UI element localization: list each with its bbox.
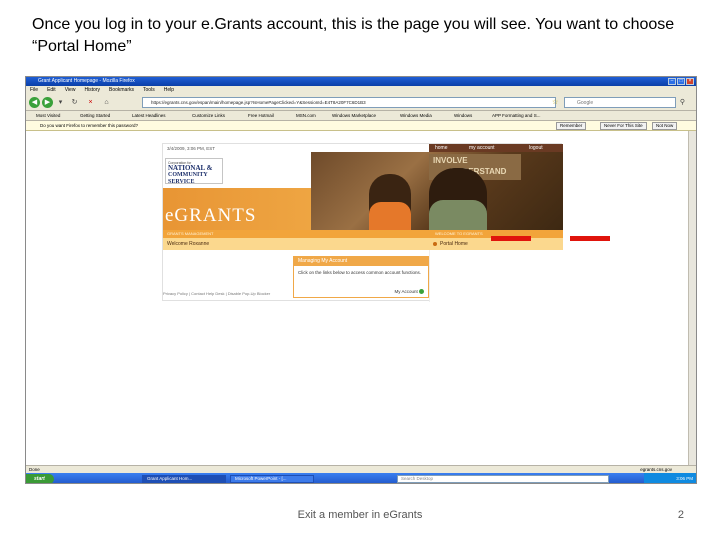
taskbar-item-browser[interactable]: Grant Applicant Hom... bbox=[142, 475, 226, 483]
never-for-this-site-button[interactable]: Never For This Site bbox=[600, 122, 647, 130]
browser-screenshot: Grant Applicant Homepage - Mozilla Firef… bbox=[25, 76, 697, 484]
bookmark-app-formatting[interactable]: APP Formatting and S... bbox=[492, 111, 540, 121]
forward-icon[interactable]: ▶ bbox=[42, 97, 53, 108]
close-icon[interactable]: × bbox=[686, 78, 694, 85]
red-pointer-arrow-2 bbox=[570, 236, 610, 241]
slide-number: 2 bbox=[677, 509, 684, 521]
logo-line-3: COMMUNITY SERVICE bbox=[168, 172, 208, 185]
url-input[interactable]: https://egrants.cns.gov/espan/main/homep… bbox=[142, 97, 556, 108]
home-icon[interactable]: ⌂ bbox=[102, 98, 111, 107]
logo-line-2: NATIONAL & bbox=[168, 164, 213, 172]
search-icon[interactable]: ⚲ bbox=[678, 98, 687, 107]
menu-bookmarks[interactable]: Bookmarks bbox=[109, 86, 134, 94]
welcome-text: Welcome Roxanne bbox=[167, 241, 210, 247]
system-tray: 3:06 PM bbox=[644, 473, 696, 483]
bookmark-most-visited[interactable]: Most Visited bbox=[36, 111, 60, 121]
portal-home-link[interactable]: Portal Home bbox=[440, 238, 468, 250]
menu-edit[interactable]: Edit bbox=[47, 86, 56, 94]
egrants-banner-title: eGRANTS bbox=[165, 205, 257, 226]
window-title: Grant Applicant Homepage - Mozilla Firef… bbox=[38, 78, 135, 84]
red-pointer-arrow-1 bbox=[491, 236, 531, 241]
egrants-homepage: 3/4/2009, 3:06 PM, EST home my account l… bbox=[162, 143, 563, 302]
menu-history[interactable]: History bbox=[84, 86, 100, 94]
dropdown-arrow-icon[interactable]: ▾ bbox=[56, 98, 65, 107]
minimize-icon[interactable]: – bbox=[668, 78, 676, 85]
menu-bar: File Edit View History Bookmarks Tools H… bbox=[26, 86, 696, 94]
bookmark-star-icon[interactable]: ☆ bbox=[552, 98, 558, 106]
bookmark-msn[interactable]: MSN.com bbox=[296, 111, 316, 121]
bookmark-getting-started[interactable]: Getting Started bbox=[80, 111, 110, 121]
password-prompt: Do you want Firefox to remember this pas… bbox=[40, 123, 139, 128]
mentor-figure bbox=[429, 168, 487, 230]
go-arrow-icon[interactable] bbox=[419, 289, 424, 294]
bookmarks-toolbar: Most Visited Getting Started Latest Head… bbox=[26, 111, 696, 121]
menu-file[interactable]: File bbox=[30, 86, 38, 94]
slide-caption: Once you log in to your e.Grants account… bbox=[32, 16, 675, 55]
managing-account-text: Click on the links below to access commo… bbox=[298, 270, 422, 275]
not-now-button[interactable]: Not Now bbox=[652, 122, 678, 130]
board-text-involve: INVOLVE bbox=[433, 156, 468, 165]
desktop-search-input[interactable]: Search Desktop bbox=[397, 475, 609, 483]
bookmark-windows-marketplace[interactable]: Windows Marketplace bbox=[332, 111, 376, 121]
navigation-toolbar: ◀ ▶ ▾ ↻ × ⌂ https://egrants.cns.gov/espa… bbox=[26, 94, 696, 111]
bookmark-latest-headlines[interactable]: Latest Headlines bbox=[132, 111, 166, 121]
maximize-icon[interactable]: □ bbox=[677, 78, 685, 85]
strip-right-text: WELCOME TO EGRANTS bbox=[435, 231, 483, 236]
my-account-link[interactable]: My Account bbox=[394, 289, 417, 294]
password-notification-bar: Do you want Firefox to remember this pas… bbox=[26, 121, 696, 131]
slide-footer: Exit a member in eGrants bbox=[297, 509, 423, 521]
remember-button[interactable]: Remember bbox=[556, 122, 587, 130]
egrants-date: 3/4/2009, 3:06 PM, EST bbox=[167, 146, 216, 151]
student-figure bbox=[369, 174, 411, 230]
my-account-link-wrap[interactable]: My Account bbox=[394, 289, 424, 294]
start-button[interactable]: start bbox=[26, 474, 54, 483]
window-titlebar: Grant Applicant Homepage - Mozilla Firef… bbox=[26, 77, 696, 86]
managing-account-panel: Managing My Account Click on the links b… bbox=[293, 256, 429, 298]
banner-photo: INVOLVE UNDERSTAND bbox=[311, 152, 563, 230]
back-icon[interactable]: ◀ bbox=[29, 97, 40, 108]
vertical-scrollbar[interactable] bbox=[688, 131, 696, 465]
egrants-right-column bbox=[429, 250, 563, 302]
reload-icon[interactable]: ↻ bbox=[70, 98, 79, 107]
stop-icon[interactable]: × bbox=[86, 98, 95, 107]
browser-viewport: 3/4/2009, 3:06 PM, EST home my account l… bbox=[26, 131, 688, 465]
bookmark-windows-media[interactable]: Windows Media bbox=[400, 111, 432, 121]
managing-account-title: Managing My Account bbox=[294, 257, 428, 266]
menu-tools[interactable]: Tools bbox=[143, 86, 155, 94]
cncs-logo: Corporation for NATIONAL & COMMUNITY SER… bbox=[165, 158, 223, 185]
taskbar-item-powerpoint[interactable]: Microsoft PowerPoint - [... bbox=[230, 475, 314, 483]
clock: 3:06 PM bbox=[676, 476, 693, 481]
egrants-footer-links[interactable]: Privacy Policy | Contact Help Desk | Dis… bbox=[163, 291, 270, 296]
bookmark-free-hotmail[interactable]: Free Hotmail bbox=[248, 111, 274, 121]
bookmark-windows[interactable]: Windows bbox=[454, 111, 472, 121]
windows-taskbar: start Grant Applicant Hom... Microsoft P… bbox=[26, 473, 696, 483]
menu-view[interactable]: View bbox=[65, 86, 76, 94]
search-input[interactable]: Google bbox=[564, 97, 676, 108]
strip-left-text: GRANTS MANAGEMENT bbox=[167, 231, 214, 236]
portal-home-bullet-icon bbox=[433, 242, 437, 246]
menu-help[interactable]: Help bbox=[164, 86, 174, 94]
status-bar: Done egrants.cns.gov bbox=[26, 465, 696, 473]
bookmark-customize-links[interactable]: Customize Links bbox=[192, 111, 225, 121]
